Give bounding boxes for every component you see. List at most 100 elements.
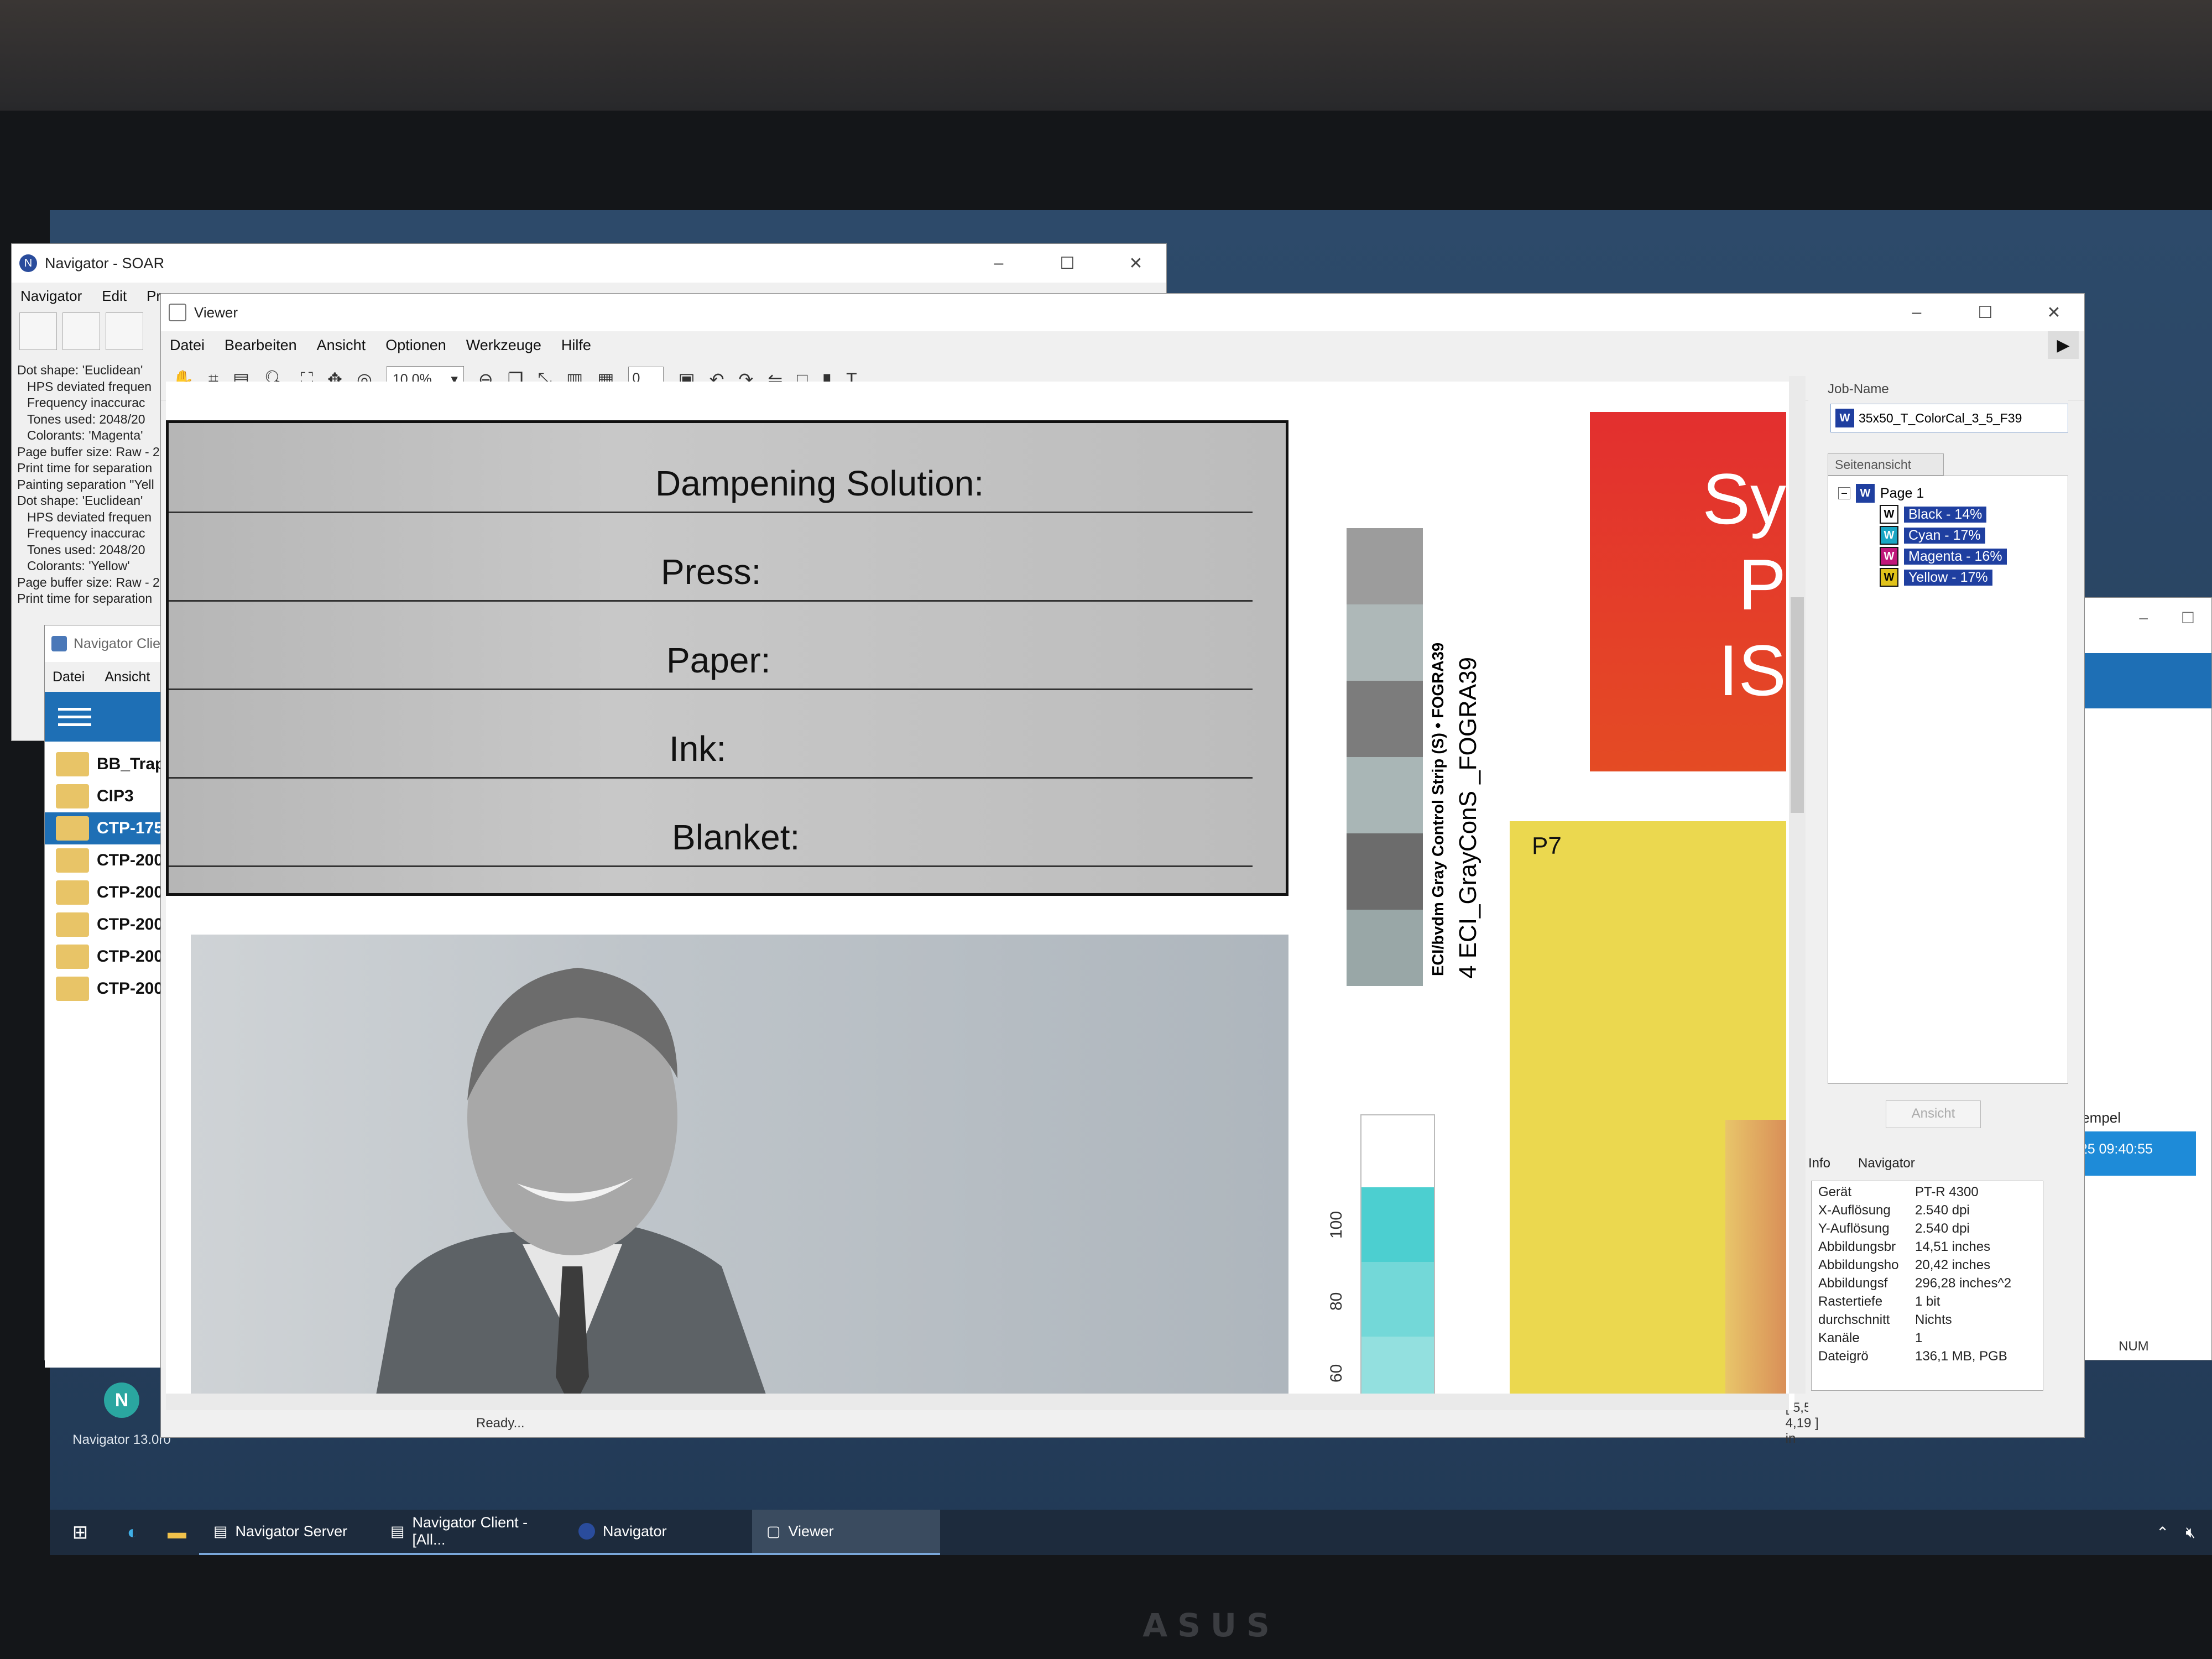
form-label: Press: xyxy=(661,552,761,592)
page-icon: W xyxy=(1856,484,1875,503)
close-button[interactable]: ✕ xyxy=(2023,296,2084,329)
job-name-select[interactable]: W 35x50_T_ColorCal_3_5_F39 xyxy=(1830,404,2068,432)
log-line: Dot shape: 'Euclidean' xyxy=(17,493,143,508)
tab-page-view[interactable]: Seitenansicht xyxy=(1828,453,1944,476)
info-value: 14,51 inches xyxy=(1915,1239,1991,1254)
info-row: Rastertiefe 1 bit xyxy=(1818,1294,2036,1312)
menu-ansicht[interactable]: Ansicht xyxy=(105,669,150,685)
scrollbar-thumb[interactable] xyxy=(1791,597,1804,813)
windows-start-icon[interactable]: ⊞ xyxy=(50,1521,111,1543)
form-row: Ink: xyxy=(169,688,1253,779)
tool-button-icon[interactable] xyxy=(19,312,57,350)
folder-icon xyxy=(56,816,89,841)
tool-button-icon[interactable] xyxy=(106,312,143,350)
form-label: Ink: xyxy=(669,729,727,769)
separation-label: Black - 14% xyxy=(1904,506,1987,523)
info-value: Nichts xyxy=(1915,1312,1952,1327)
menu-ansicht[interactable]: Ansicht xyxy=(317,337,366,354)
taskbar-item-viewer[interactable]: ▢ Viewer xyxy=(752,1510,940,1555)
folder-label: BB_Trap- xyxy=(97,755,171,773)
menu-datei[interactable]: Datei xyxy=(170,337,205,354)
form-label: Blanket: xyxy=(672,817,800,857)
menu-werkzeuge[interactable]: Werkzeuge xyxy=(466,337,541,354)
form-row: Blanket: xyxy=(169,777,1253,867)
play-icon[interactable]: ▶ xyxy=(2048,331,2079,359)
form-row: Dampening Solution: xyxy=(169,423,1253,513)
cyan-patch xyxy=(1361,1262,1434,1337)
info-value: 1 xyxy=(1915,1331,1923,1345)
info-row: durchschnitt Nichts xyxy=(1818,1312,2036,1331)
info-key: X-Auflösung xyxy=(1818,1203,1891,1218)
menu-navigator[interactable]: Navigator xyxy=(20,288,82,305)
close-button[interactable]: ✕ xyxy=(1105,247,1166,280)
red-panel-text: Sy P IS xyxy=(1702,458,1786,711)
menu-datei[interactable]: Datei xyxy=(53,669,85,685)
yellow-panel-label: P7 xyxy=(1532,832,1562,859)
separation-item[interactable]: W Cyan - 17% xyxy=(1838,525,2058,546)
window-title: Viewer xyxy=(194,304,238,321)
minimize-button[interactable]: – xyxy=(1886,296,1947,329)
chevron-up-icon[interactable]: ⌃ xyxy=(2156,1524,2169,1542)
press-form-box: Dampening Solution: Press: Paper: Ink: B… xyxy=(166,420,1288,896)
maximize-button[interactable]: ☐ xyxy=(1955,296,2016,329)
separation-label: Magenta - 16% xyxy=(1904,548,2007,565)
tab-info[interactable]: Info xyxy=(1808,1156,1830,1171)
edge-browser-icon[interactable]: ◐ xyxy=(111,1522,155,1543)
hamburger-menu-icon[interactable] xyxy=(58,703,91,731)
tab-navigator[interactable]: Navigator xyxy=(1858,1156,1915,1171)
separation-item[interactable]: W Magenta - 16% xyxy=(1838,546,2058,567)
separation-item[interactable]: W Yellow - 17% xyxy=(1838,567,2058,588)
minimize-button[interactable]: – xyxy=(968,247,1029,280)
tree-page-item[interactable]: – W Page 1 xyxy=(1838,483,2058,504)
info-key: Kanäle xyxy=(1818,1331,1860,1345)
page-tree: – W Page 1 W Black - 14% W Cyan - 17% W … xyxy=(1828,476,2068,1084)
info-row: Gerät PT-R 4300 xyxy=(1818,1185,2036,1203)
info-key: Dateigrö xyxy=(1818,1349,1869,1364)
black-separation-icon: W xyxy=(1880,505,1898,524)
maximize-button[interactable]: ☐ xyxy=(1037,247,1098,280)
info-key: Gerät xyxy=(1818,1185,1852,1199)
portrait-edge-image xyxy=(1725,1120,1786,1410)
file-explorer-icon[interactable]: ▬ xyxy=(155,1522,199,1543)
taskbar-label: Viewer xyxy=(788,1522,834,1540)
speaker-muted-icon[interactable]: 🔇︎ xyxy=(2185,1524,2195,1542)
taskbar-item-navigator-client[interactable]: ▤ Navigator Client - [All... xyxy=(376,1510,564,1555)
taskbar: ⊞ ◐ ▬ ▤ Navigator Server ▤ Navigator Clien… xyxy=(50,1510,2212,1555)
cyan-scale xyxy=(1360,1114,1435,1408)
info-table: Gerät PT-R 4300 X-Auflösung 2.540 dpi Y-Au… xyxy=(1811,1181,2043,1391)
strip-patch xyxy=(1347,910,1423,986)
menu-hilfe[interactable]: Hilfe xyxy=(561,337,591,354)
scale-label: 60 xyxy=(1327,1364,1345,1383)
log-line: Colorants: 'Yellow' xyxy=(27,559,130,573)
horizontal-scrollbar[interactable] xyxy=(166,1394,1789,1410)
desktop-icon-navigator[interactable]: N xyxy=(88,1383,155,1427)
menu-bearbeiten[interactable]: Bearbeiten xyxy=(225,337,297,354)
job-name-value: 35x50_T_ColorCal_3_5_F39 xyxy=(1859,410,2022,425)
folder-label: CIP3 xyxy=(97,787,134,805)
taskbar-item-navigator-server[interactable]: ▤ Navigator Server xyxy=(199,1510,376,1555)
maximize-button[interactable]: ☐ xyxy=(2181,609,2195,653)
log-line: HPS deviated frequen xyxy=(27,379,152,394)
viewer-canvas[interactable]: Dampening Solution: Press: Paper: Ink: B… xyxy=(166,382,1794,1410)
log-line: Print time for separation xyxy=(17,461,153,475)
view-button[interactable]: Ansicht xyxy=(1886,1100,1981,1128)
monitor-brand: ASUS xyxy=(1142,1606,1280,1644)
info-key: Abbildungsho xyxy=(1818,1258,1899,1272)
tool-button-icon[interactable] xyxy=(62,312,100,350)
taskbar-item-navigator[interactable]: Navigator xyxy=(564,1510,752,1555)
separation-label: Cyan - 17% xyxy=(1904,527,1985,544)
collapse-icon[interactable]: – xyxy=(1838,487,1850,499)
separation-item[interactable]: W Black - 14% xyxy=(1838,504,2058,525)
menu-edit[interactable]: Edit xyxy=(102,288,127,305)
menu-bar: Datei Bearbeiten Ansicht Optionen Werkze… xyxy=(161,331,2084,359)
info-row: Y-Auflösung 2.540 dpi xyxy=(1818,1221,2036,1239)
vertical-scrollbar[interactable] xyxy=(1789,376,1806,1394)
log-line: Page buffer size: Raw - 2 xyxy=(17,444,160,459)
menu-optionen[interactable]: Optionen xyxy=(385,337,446,354)
minimize-button[interactable]: – xyxy=(2139,609,2148,653)
scale-label: 80 xyxy=(1327,1292,1345,1311)
strip-patch xyxy=(1347,604,1423,681)
status-bar: Ready... [ 5,56; 4,19 ] in xyxy=(166,1400,1825,1446)
strip-patch xyxy=(1347,757,1423,833)
info-key: Abbildungsbr xyxy=(1818,1239,1896,1254)
